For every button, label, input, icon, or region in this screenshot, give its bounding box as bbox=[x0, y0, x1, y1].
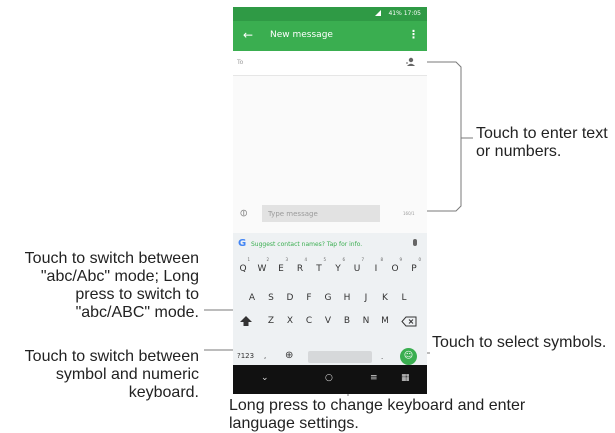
emoji-icon: ☺ bbox=[403, 351, 414, 361]
key[interactable]: I8 bbox=[369, 257, 383, 279]
key[interactable]: V bbox=[321, 311, 335, 331]
key[interactable]: Z bbox=[264, 311, 278, 331]
key-hint: 8 bbox=[380, 257, 383, 262]
spacebar[interactable] bbox=[308, 351, 372, 363]
key[interactable]: H bbox=[340, 288, 354, 308]
comma-key[interactable]: , bbox=[264, 352, 266, 360]
signal-icon bbox=[375, 10, 381, 16]
key-label: P bbox=[411, 264, 417, 274]
key[interactable]: M bbox=[378, 311, 392, 331]
key-label: T bbox=[316, 264, 322, 274]
key-label: Q bbox=[239, 264, 247, 274]
callout-enter-text: Touch to enter text or numbers. bbox=[476, 125, 608, 160]
key[interactable]: D bbox=[283, 288, 297, 308]
key-hint: 2 bbox=[266, 257, 269, 262]
callout-long-press-space: Long press to change keyboard and enter … bbox=[229, 397, 526, 432]
key[interactable]: W2 bbox=[255, 257, 269, 279]
microphone-icon[interactable] bbox=[413, 239, 417, 246]
callout-select-symbols: Touch to select symbols. bbox=[432, 334, 607, 351]
character-counter: 160/1 bbox=[403, 211, 415, 216]
key[interactable]: K bbox=[378, 288, 392, 308]
symbols-key[interactable]: ?123 bbox=[237, 352, 254, 360]
key-label: O bbox=[391, 264, 399, 274]
key-hint: 6 bbox=[342, 257, 345, 262]
message-placeholder: Type message bbox=[268, 210, 318, 218]
suggestion-text[interactable]: Suggest contact names? Tap for info. bbox=[251, 241, 362, 248]
key-label: U bbox=[353, 264, 361, 274]
home-icon[interactable]: ○ bbox=[325, 373, 333, 383]
key-label: I bbox=[374, 264, 378, 274]
key[interactable]: L bbox=[397, 288, 411, 308]
app-bar: ← New message ⋮ bbox=[233, 21, 427, 51]
backspace-icon[interactable] bbox=[401, 316, 417, 327]
compose-bar: ⊘ Type message 160/1 bbox=[233, 203, 427, 225]
globe-icon[interactable]: ⊕ bbox=[285, 350, 293, 361]
key[interactable]: P0 bbox=[407, 257, 421, 279]
hide-keyboard-icon[interactable]: ⌄ bbox=[261, 373, 269, 383]
message-input[interactable]: Type message bbox=[262, 205, 380, 222]
key[interactable]: S bbox=[264, 288, 278, 308]
status-bar: 41% 17:05 bbox=[233, 7, 427, 21]
attach-icon[interactable]: ⊘ bbox=[237, 207, 251, 221]
key[interactable]: X bbox=[283, 311, 297, 331]
status-text: 41% 17:05 bbox=[388, 10, 421, 17]
key-label: E bbox=[278, 264, 284, 274]
keyboard-icon[interactable]: ▦ bbox=[401, 373, 410, 383]
key[interactable]: B bbox=[340, 311, 354, 331]
key-label: Y bbox=[335, 264, 341, 274]
key[interactable]: Q1 bbox=[236, 257, 250, 279]
key-hint: 3 bbox=[285, 257, 288, 262]
key[interactable]: J bbox=[359, 288, 373, 308]
emoji-key[interactable]: ☺ bbox=[400, 348, 417, 365]
back-arrow-icon[interactable]: ← bbox=[243, 28, 253, 42]
phone-screen: 41% 17:05 ← New message ⋮ To ⊘ Type mess… bbox=[233, 7, 427, 394]
key[interactable]: R4 bbox=[293, 257, 307, 279]
to-field[interactable]: To bbox=[233, 51, 427, 76]
overflow-menu-icon[interactable]: ⋮ bbox=[408, 28, 419, 41]
callout-switch-case: Touch to switch between "abc/Abc" mode; … bbox=[24, 250, 199, 321]
key-hint: 5 bbox=[323, 257, 326, 262]
key-hint: 7 bbox=[361, 257, 364, 262]
suggestion-bar[interactable]: G Suggest contact names? Tap for info. bbox=[233, 233, 427, 255]
add-contact-icon[interactable] bbox=[406, 57, 416, 67]
key-label: R bbox=[296, 264, 304, 274]
key[interactable]: T5 bbox=[312, 257, 326, 279]
period-key[interactable]: . bbox=[381, 353, 383, 361]
google-g-icon: G bbox=[238, 238, 247, 249]
recents-icon[interactable]: ≡ bbox=[370, 373, 378, 383]
key[interactable]: N bbox=[359, 311, 373, 331]
navigation-bar: ⌄ ○ ≡ ▦ bbox=[233, 365, 427, 394]
key-hint: 9 bbox=[399, 257, 402, 262]
to-placeholder: To bbox=[237, 59, 244, 66]
key-hint: 1 bbox=[247, 257, 250, 262]
key[interactable]: F bbox=[302, 288, 316, 308]
key[interactable]: C bbox=[302, 311, 316, 331]
key-hint: 0 bbox=[418, 257, 421, 262]
key[interactable]: Y6 bbox=[331, 257, 345, 279]
key[interactable]: E3 bbox=[274, 257, 288, 279]
page-title: New message bbox=[270, 30, 333, 40]
key[interactable]: G bbox=[321, 288, 335, 308]
key[interactable]: U7 bbox=[350, 257, 364, 279]
key[interactable]: A bbox=[245, 288, 259, 308]
keyboard: Q1 W2 E3 R4 T5 Y6 U7 I8 O9 P0 A S D F G … bbox=[233, 255, 427, 365]
shift-key[interactable] bbox=[239, 314, 253, 328]
key[interactable]: O9 bbox=[388, 257, 402, 279]
callout-switch-symbol: Touch to switch between symbol and numer… bbox=[24, 348, 199, 401]
key-hint: 4 bbox=[304, 257, 307, 262]
key-label: W bbox=[257, 264, 267, 274]
